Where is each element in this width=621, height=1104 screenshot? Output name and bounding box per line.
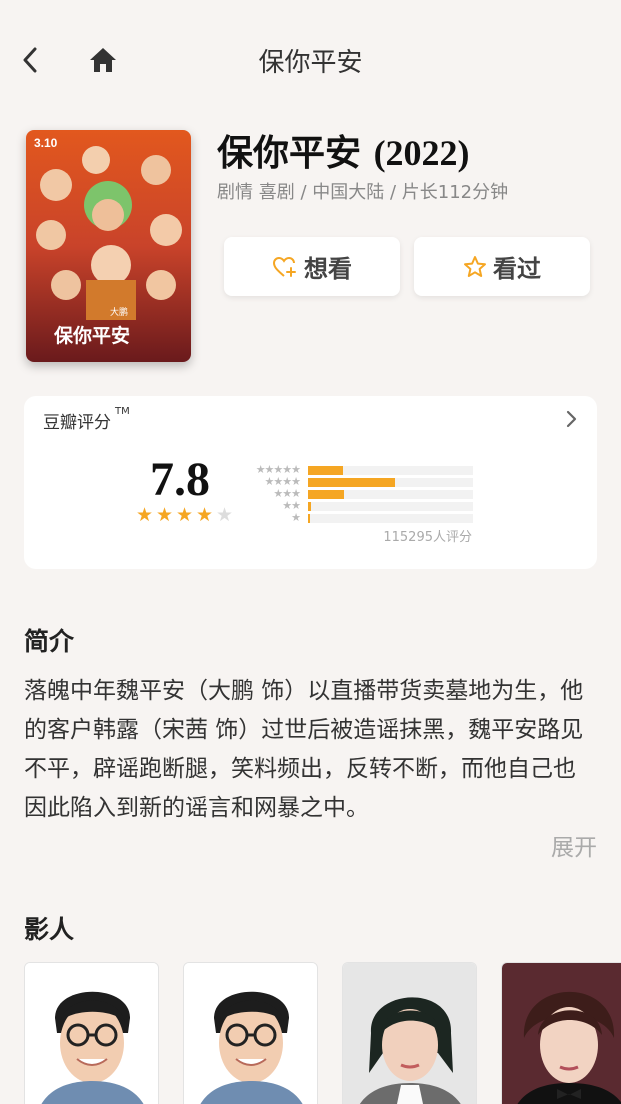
top-bar: 保你平安 xyxy=(0,0,621,120)
rating-star-icon: ★ xyxy=(215,504,234,526)
rating-distribution-bar xyxy=(308,501,312,511)
want-to-watch-button[interactable]: 想看 xyxy=(224,237,400,296)
actor-photo-icon xyxy=(184,963,317,1104)
movie-title-text: 保你平安 xyxy=(217,133,362,174)
rating-distribution-bar xyxy=(308,477,396,487)
rating-stars: ★ ★ ★ ★ ★ xyxy=(135,504,234,526)
home-icon[interactable] xyxy=(86,44,120,76)
rating-distribution-bar xyxy=(308,513,310,523)
want-label: 想看 xyxy=(304,255,352,283)
rating-distribution: ★★★★★ ★★★★ ★★★ ★★ ★ xyxy=(248,464,473,524)
chevron-right-icon[interactable] xyxy=(565,410,581,430)
rating-star-icon: ★ xyxy=(195,504,214,526)
cast-card[interactable] xyxy=(342,962,477,1104)
rating-label: 豆瓣评分TM xyxy=(43,406,130,433)
rating-distribution-track xyxy=(308,489,473,499)
rating-distribution-track xyxy=(308,513,473,523)
cast-heading: 影人 xyxy=(24,915,75,944)
rating-distribution-track xyxy=(308,501,473,511)
intro-text: 落魄中年魏平安（大鹏 饰）以直播带货卖墓地为生，他的客户韩露（宋茜 饰）过世后被… xyxy=(24,678,584,821)
rating-card[interactable]: 豆瓣评分TM 7.8 ★ ★ ★ ★ ★ ★★★★★ ★★★★ ★★★ ★★ ★ 115295人… xyxy=(24,396,597,569)
expand-link[interactable]: 展开 xyxy=(551,828,597,862)
actor-photo-icon xyxy=(25,963,158,1104)
cast-card[interactable] xyxy=(24,962,159,1104)
actor-photo-icon xyxy=(502,963,621,1104)
poster-date: 3.10 xyxy=(34,136,58,150)
intro-heading: 简介 xyxy=(24,627,75,656)
heart-plus-icon xyxy=(272,256,296,277)
watched-button[interactable]: 看过 xyxy=(414,237,590,296)
rating-distribution-track xyxy=(308,477,473,487)
rating-star-icon: ★ xyxy=(175,504,194,526)
rating-distribution-bar xyxy=(308,465,343,475)
rating-star-icon: ★ xyxy=(155,504,174,526)
rating-distribution-track xyxy=(308,465,473,475)
rating-distribution-row: ★ xyxy=(248,511,473,524)
star-outline-icon xyxy=(464,255,486,277)
rating-star-icon: ★ xyxy=(135,504,154,526)
movie-poster[interactable]: 3.10 大鹏 保你平安 xyxy=(26,130,191,362)
cast-card[interactable] xyxy=(183,962,318,1104)
rating-distribution-bar xyxy=(308,489,345,499)
movie-title: 保你平安 (2022) xyxy=(217,124,470,176)
movie-year: (2022) xyxy=(373,133,470,173)
rating-count: 115295人评分 xyxy=(383,530,472,545)
back-icon[interactable] xyxy=(14,44,46,76)
movie-meta: 剧情 喜剧 / 中国大陆 / 片长112分钟 xyxy=(217,182,509,203)
cast-card[interactable] xyxy=(501,962,621,1104)
poster-sub: 大鹏 xyxy=(110,306,128,318)
actor-photo-icon xyxy=(343,963,476,1104)
rating-distribution-stars: ★ xyxy=(291,511,301,524)
rating-score: 7.8 xyxy=(150,453,210,506)
poster-title: 保你平安 xyxy=(53,324,130,347)
seen-label: 看过 xyxy=(493,255,541,283)
